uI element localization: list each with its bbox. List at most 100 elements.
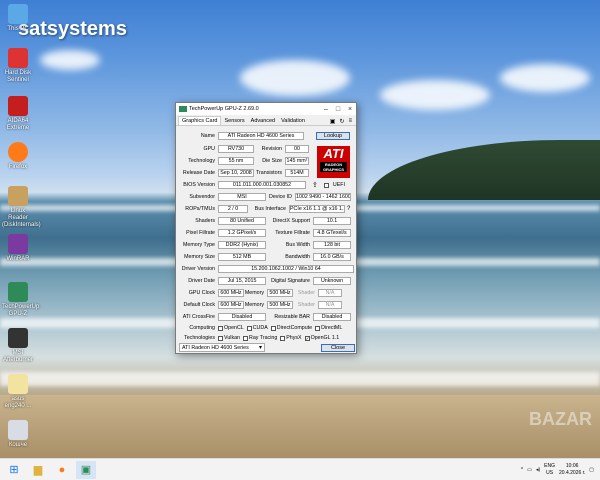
cuda-checkbox[interactable]: CUDA bbox=[246, 325, 268, 331]
technology-field[interactable]: 55 nm bbox=[218, 157, 254, 165]
default-clock-memory-field[interactable]: 500 MHz bbox=[267, 301, 293, 309]
desktop-icon-hard-disk-sentinel[interactable]: Hard Disk Sentinel bbox=[2, 48, 34, 84]
bios-version-field[interactable]: 011.011.000.001.030852 bbox=[218, 181, 306, 189]
memory-size-field[interactable]: 512 MB bbox=[218, 253, 266, 261]
revision-label: Revision bbox=[261, 146, 282, 152]
notification-icon[interactable]: ▢ bbox=[589, 467, 594, 473]
die-size-field[interactable]: 145 mm² bbox=[285, 157, 309, 165]
tab-validation[interactable]: Validation bbox=[278, 117, 308, 125]
default-clock-shader-label: Shader bbox=[297, 302, 315, 308]
close-button[interactable]: Close bbox=[321, 343, 355, 352]
window-titlebar[interactable]: TechPowerUp GPU-Z 2.69.0 – □ × bbox=[176, 103, 356, 115]
tab-sensors[interactable]: Sensors bbox=[221, 117, 247, 125]
directml-checkbox[interactable]: DirectML bbox=[315, 325, 342, 331]
crossfire-label: ATI CrossFire bbox=[182, 314, 215, 320]
device-id-field[interactable]: 1002 9490 - 1462 1600 bbox=[295, 193, 351, 201]
tab-graphics-card[interactable]: Graphics Card bbox=[178, 116, 222, 125]
bus-width-field[interactable]: 128 bit bbox=[313, 241, 351, 249]
revision-field[interactable]: 00 bbox=[285, 145, 309, 153]
gpu-clock-shader-label: Shader bbox=[297, 290, 315, 296]
close-icon[interactable]: × bbox=[344, 106, 356, 113]
gpu-z-taskbar-icon[interactable]: ▣ bbox=[76, 460, 96, 479]
shaders-field[interactable]: 80 Unified bbox=[218, 217, 266, 225]
row-default-clock: Default Clock 600 MHz Memory 500 MHz Sha… bbox=[179, 301, 342, 309]
ray-tracing-checkbox[interactable]: Ray Tracing bbox=[243, 335, 277, 341]
subvendor-field[interactable]: MSI bbox=[218, 193, 266, 201]
memory-type-field[interactable]: DDR2 (Hynix) bbox=[218, 241, 266, 249]
row-memory-size: Memory Size 512 MB Bandwidth 16.0 GB/s bbox=[179, 253, 351, 261]
memory-size-label: Memory Size bbox=[184, 254, 215, 260]
desktop-icon-winrar[interactable]: WinRAR bbox=[2, 234, 34, 263]
lookup-button[interactable]: Lookup bbox=[316, 132, 350, 140]
name-field[interactable]: ATI Radeon HD 4600 Series bbox=[218, 132, 304, 140]
resizable-bar-field[interactable]: Disabled bbox=[313, 313, 351, 321]
desktop-icon-firefox[interactable]: Firefox bbox=[2, 142, 34, 171]
transistors-field[interactable]: 514M bbox=[285, 169, 309, 177]
menu-icon[interactable]: ≡ bbox=[348, 118, 352, 125]
pixel-fillrate-field[interactable]: 1.2 GPixel/s bbox=[218, 229, 266, 237]
refresh-icon[interactable]: ↻ bbox=[339, 118, 344, 125]
row-bios-version: BIOS Version 011.011.000.001.030852 ⇪ UE… bbox=[179, 181, 345, 189]
taskbar: ⊞ ▆ ● ▣ ^ ▭ ◂) ENG US 10:06 20.4.2026 г.… bbox=[0, 458, 600, 480]
texture-fillrate-field[interactable]: 4.8 GTexel/s bbox=[313, 229, 351, 237]
digital-signature-field[interactable]: Unknown bbox=[313, 277, 351, 285]
desktop-icon-aida64[interactable]: AIDA64 Extreme bbox=[2, 96, 34, 132]
language-indicator[interactable]: ENG US bbox=[544, 463, 555, 477]
release-date-field[interactable]: Sep 10, 2008 bbox=[218, 169, 254, 177]
gpu-clock-field[interactable]: 600 MHz bbox=[218, 289, 244, 297]
computer-icon bbox=[8, 4, 28, 24]
opencl-checkbox[interactable]: OpenCL bbox=[218, 325, 244, 331]
driver-date-label: Driver Date bbox=[188, 278, 215, 284]
file-explorer-icon[interactable]: ▆ bbox=[28, 461, 48, 479]
brand-logo: satsystems bbox=[18, 18, 127, 40]
pixel-fillrate-label: Pixel Fillrate bbox=[186, 230, 215, 236]
desktop-icon-gpu-z[interactable]: TechPowerUp GPU-Z bbox=[2, 282, 39, 318]
gpu-select[interactable]: ATI Radeon HD 4600 Series bbox=[179, 343, 265, 352]
crossfire-field[interactable]: Disabled bbox=[218, 313, 266, 321]
vulkan-checkbox[interactable]: Vulkan bbox=[218, 335, 240, 341]
bios-version-label: BIOS Version bbox=[183, 182, 215, 188]
firefox-icon[interactable]: ● bbox=[52, 461, 72, 479]
maximize-icon[interactable]: □ bbox=[332, 106, 344, 113]
rops-field[interactable]: 2 / 0 bbox=[218, 205, 248, 213]
clock[interactable]: 10:06 20.4.2026 г. bbox=[559, 463, 585, 477]
save-bios-icon[interactable]: ⇪ bbox=[312, 181, 318, 189]
physx-checkbox[interactable]: PhysX bbox=[280, 335, 302, 341]
bus-interface-field[interactable]: PCIe x16 1.1 @ x16 1.1 bbox=[289, 205, 345, 213]
desktop-icon-linux-reader[interactable]: Linux Reader (DiskInternals) bbox=[2, 186, 41, 229]
minimize-icon[interactable]: – bbox=[320, 106, 332, 113]
gpu-field[interactable]: RV730 bbox=[218, 145, 254, 153]
directx-field[interactable]: 10.1 bbox=[313, 217, 351, 225]
bandwidth-field[interactable]: 16.0 GB/s bbox=[313, 253, 351, 261]
row-subvendor: Subvendor MSI Device ID 1002 9490 - 1462… bbox=[179, 193, 351, 201]
cloud bbox=[500, 64, 590, 92]
desktop-icon-recycle-bin[interactable]: Кошче bbox=[2, 420, 34, 449]
opengl-checkbox[interactable]: ✓ OpenGL 1.1 bbox=[304, 335, 339, 341]
desktop-icon-this-pc[interactable]: This PC bbox=[2, 4, 34, 33]
default-clock-field[interactable]: 600 MHz bbox=[218, 301, 244, 309]
bandwidth-label: Bandwidth bbox=[285, 254, 310, 260]
tab-advanced[interactable]: Advanced bbox=[248, 117, 278, 125]
driver-version-field[interactable]: 15.200.1062.1002 / Win10 64 bbox=[218, 265, 354, 273]
row-crossfire: ATI CrossFire Disabled Resizable BAR Dis… bbox=[179, 313, 351, 321]
network-icon[interactable]: ▭ bbox=[527, 467, 532, 473]
default-clock-shader-field[interactable]: N/A bbox=[318, 301, 342, 309]
directcompute-checkbox[interactable]: DirectCompute bbox=[270, 325, 312, 331]
driver-date-field[interactable]: Jul 15, 2015 bbox=[218, 277, 266, 285]
help-icon[interactable]: ? bbox=[347, 206, 350, 212]
volume-icon[interactable]: ◂) bbox=[536, 467, 540, 473]
afterburner-icon bbox=[8, 328, 28, 348]
start-button[interactable]: ⊞ bbox=[4, 461, 24, 479]
digital-signature-label: Digital Signature bbox=[271, 278, 310, 284]
row-release-date: Release Date Sep 10, 2008 Transistors 51… bbox=[179, 169, 309, 177]
default-clock-memory-label: Memory bbox=[244, 302, 264, 308]
gpu-clock-memory-field[interactable]: 500 MHz bbox=[267, 289, 293, 297]
gpu-clock-shader-field[interactable]: N/A bbox=[318, 289, 342, 297]
desktop-icon-asus[interactable]: asus eng240 ... bbox=[2, 374, 34, 410]
row-driver-version: Driver Version 15.200.1062.1002 / Win10 … bbox=[179, 265, 354, 273]
desktop-icon-msi-afterburner[interactable]: MSI Afterburner bbox=[2, 328, 34, 364]
resizable-bar-label: Resizable BAR bbox=[274, 314, 310, 320]
chevron-up-icon[interactable]: ^ bbox=[521, 467, 523, 473]
row-pixel-fillrate: Pixel Fillrate 1.2 GPixel/s Texture Fill… bbox=[179, 229, 351, 237]
camera-icon[interactable]: ▣ bbox=[330, 118, 336, 125]
